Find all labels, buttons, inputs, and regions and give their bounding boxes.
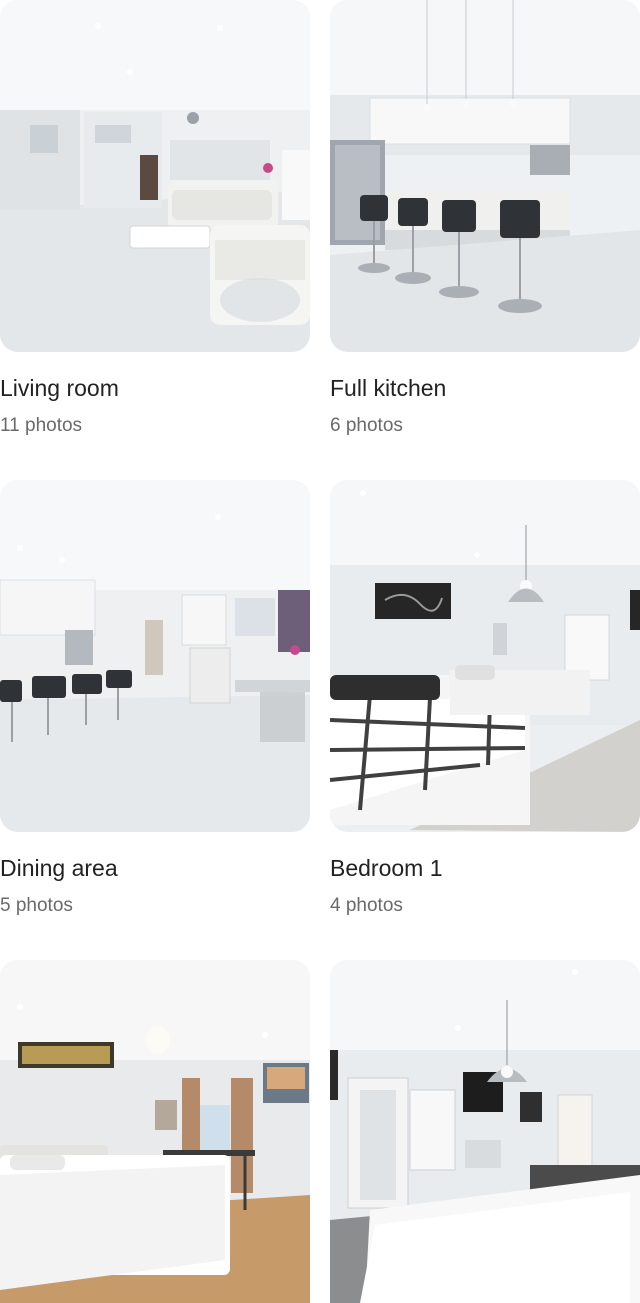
dining-area-photo[interactable]: [0, 480, 310, 832]
room-title: Full kitchen: [330, 375, 447, 401]
photo-count: 4 photos: [330, 895, 403, 916]
photo-count: 5 photos: [0, 895, 73, 916]
room-photo-grid: Living room 11 photos Full kitchen 6 pho…: [0, 0, 640, 1303]
room-title: Bedroom 1: [330, 855, 443, 881]
room-card-full-kitchen[interactable]: Full kitchen 6 photos: [330, 0, 640, 436]
photo-count: 6 photos: [330, 415, 403, 436]
room-card-dining-area[interactable]: Dining area 5 photos: [0, 480, 310, 916]
room-card-5[interactable]: [0, 960, 310, 1303]
full-kitchen-photo[interactable]: [330, 0, 640, 352]
bedroom-1-photo[interactable]: [330, 480, 640, 832]
living-room-photo[interactable]: [0, 0, 310, 352]
room-card-6[interactable]: [330, 960, 640, 1303]
room-title: Living room: [0, 375, 119, 401]
photo-count: 11 photos: [0, 415, 83, 436]
room-title: Dining area: [0, 855, 118, 881]
room-card-living-room[interactable]: Living room 11 photos: [0, 0, 310, 436]
room-6-photo[interactable]: [330, 960, 640, 1303]
room-5-photo[interactable]: [0, 960, 310, 1303]
room-card-bedroom-1[interactable]: Bedroom 1 4 photos: [330, 480, 640, 916]
